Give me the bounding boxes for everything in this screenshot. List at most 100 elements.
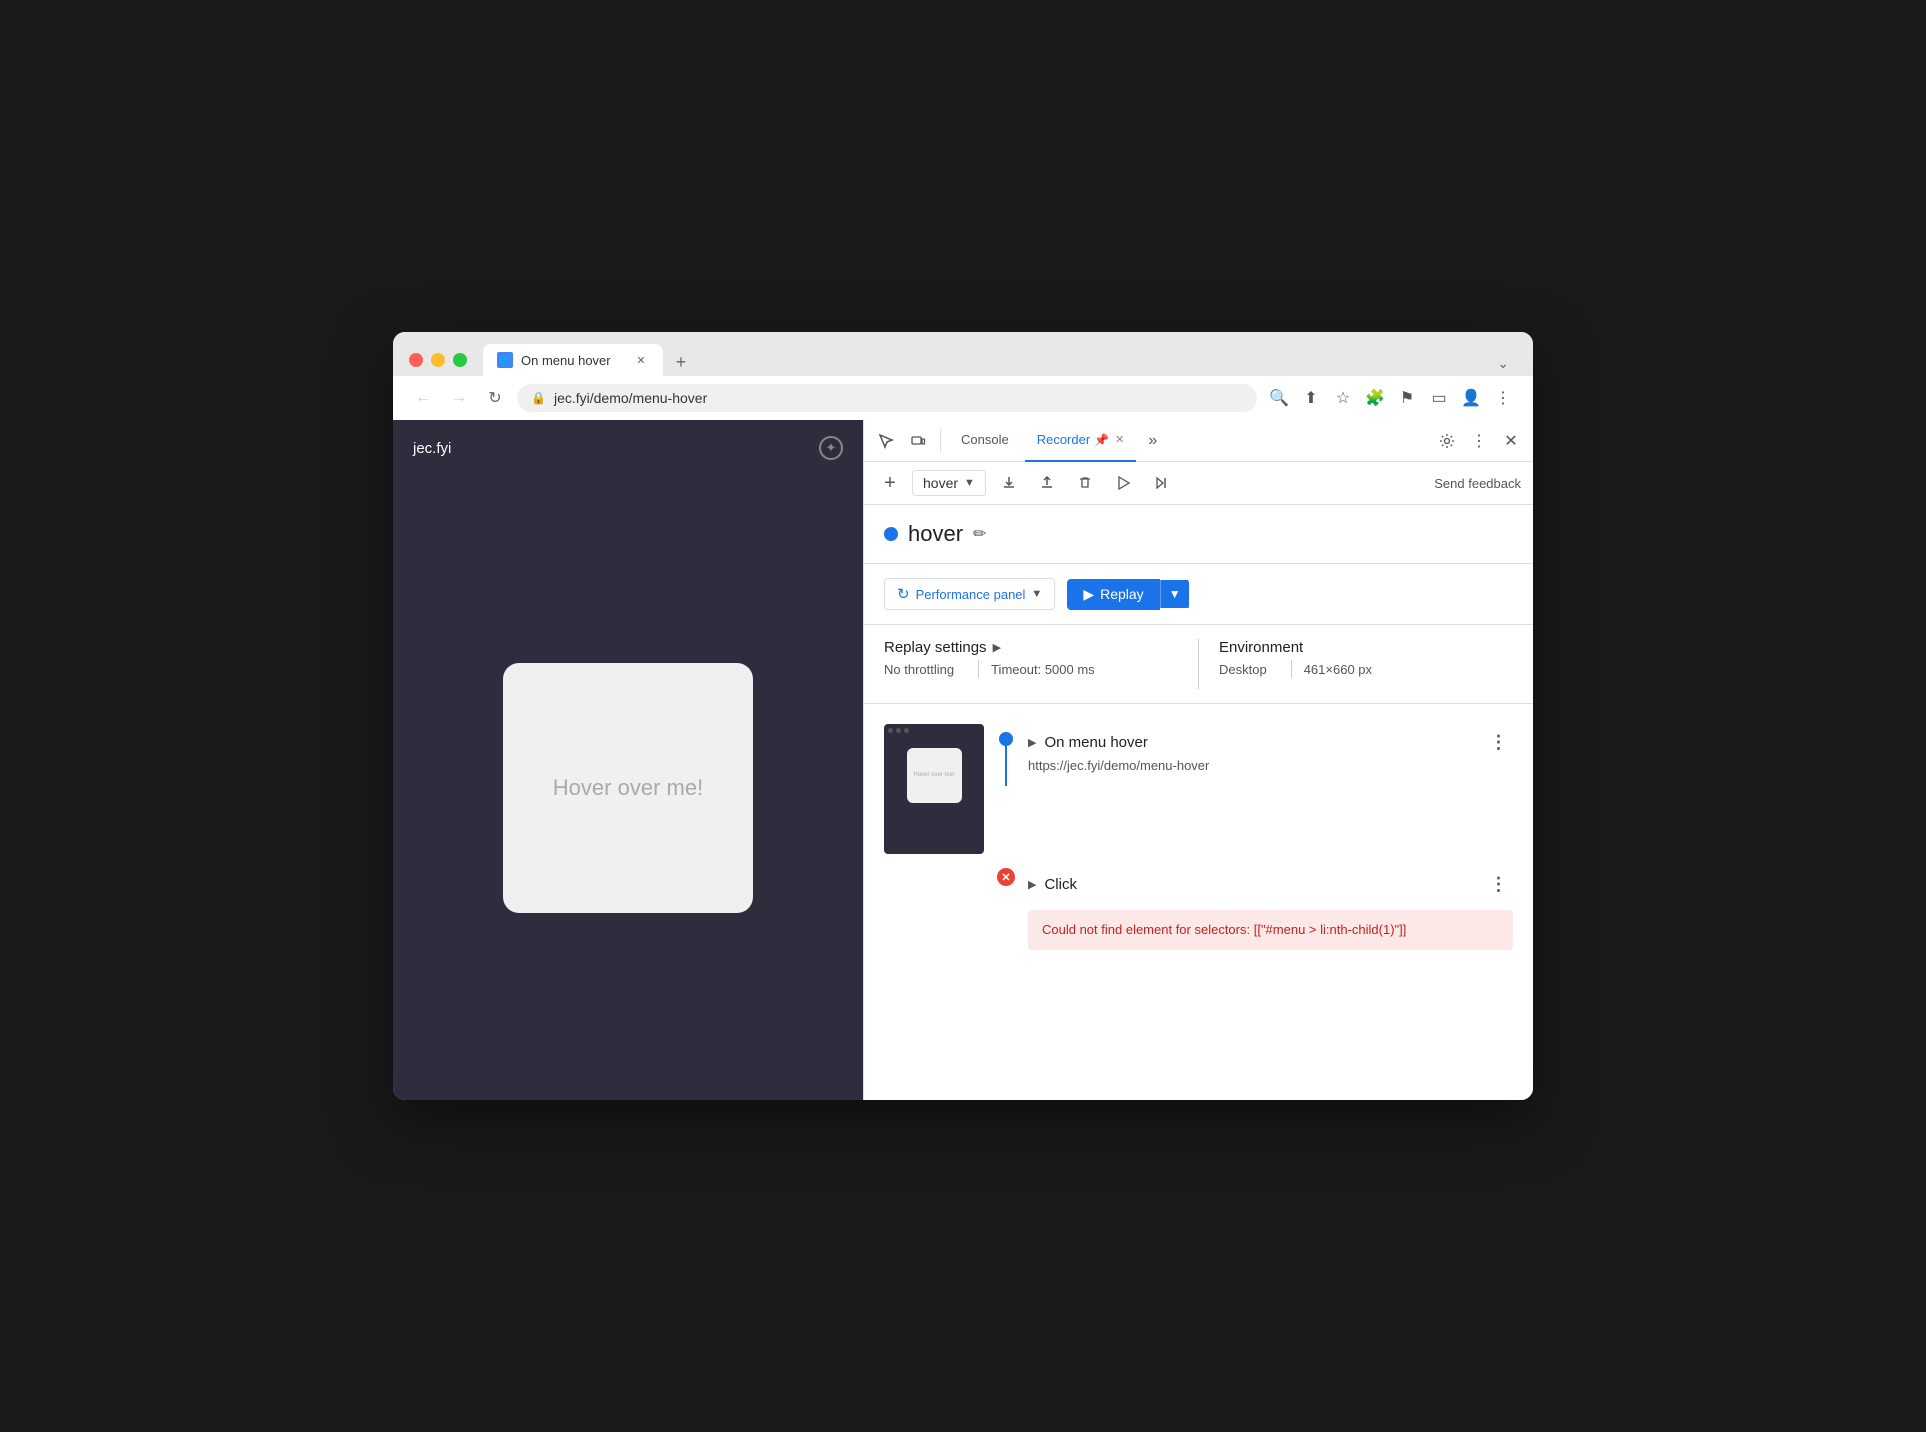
edit-recording-name-icon[interactable]: ✏ [973, 524, 986, 544]
address-bar: ← → ↻ 🔒 jec.fyi/demo/menu-hover 🔍 ⬆ ☆ 🧩 … [393, 376, 1533, 420]
theme-toggle-icon[interactable]: ✦ [819, 436, 843, 460]
hover-card[interactable]: Hover over me! [503, 663, 753, 913]
new-tab-button[interactable]: + [667, 348, 695, 376]
delete-button[interactable] [1070, 468, 1100, 498]
more-tabs-button[interactable]: » [1140, 432, 1165, 450]
recording-status-dot [884, 527, 898, 541]
step-click-expand-icon[interactable]: ▶ [1028, 878, 1036, 891]
forward-button[interactable]: → [445, 384, 473, 412]
website-content: Hover over me! [393, 476, 863, 1100]
devtools-settings: ⋮ ✕ [1433, 427, 1525, 455]
step-thumbnail: Hover over me! [884, 724, 984, 854]
share-icon[interactable]: ⬆ [1297, 384, 1325, 412]
step-dot-error: ✕ [997, 868, 1015, 886]
recording-selector[interactable]: hover ▼ [912, 470, 986, 496]
thumb-card: Hover over me! [907, 748, 962, 803]
step-click-title-row: ▶ Click ⋮ [1028, 866, 1513, 898]
recorder-tab-close[interactable]: ✕ [1115, 433, 1124, 446]
performance-panel-icon: ↻ [897, 585, 910, 603]
step-click-details: ▶ Click ⋮ [1028, 866, 1513, 898]
error-message: Could not find element for selectors: [[… [1042, 922, 1406, 937]
inspector-icon[interactable] [872, 427, 900, 455]
browser-toolbar: 🔍 ⬆ ☆ 🧩 ⚑ ▭ 👤 ⋮ [1265, 384, 1517, 412]
thumb-content: Hover over me! [884, 735, 984, 815]
error-box: Could not find element for selectors: [[… [1028, 910, 1513, 950]
replay-settings-title[interactable]: Replay settings ▶ [884, 639, 1001, 656]
hover-card-text: Hover over me! [553, 775, 703, 801]
replay-controls: ↻ Performance panel ▼ ▶ Replay ▼ [864, 564, 1533, 625]
performance-panel-arrow-icon: ▼ [1031, 588, 1042, 600]
address-text: jec.fyi/demo/menu-hover [554, 390, 707, 406]
settings-icon[interactable] [1433, 427, 1461, 455]
step-button[interactable] [1146, 468, 1176, 498]
step-navigation-more-button[interactable]: ⋮ [1485, 728, 1513, 756]
devtools-topbar: Console Recorder 📌 ✕ » ⋮ ✕ [864, 420, 1533, 462]
settings-two-col: Replay settings ▶ No throttling Timeout:… [884, 639, 1513, 689]
recording-header: hover ✏ [864, 505, 1533, 564]
main-content: jec.fyi ✦ Hover over me! [393, 420, 1533, 1100]
devtools-panel: Console Recorder 📌 ✕ » ⋮ ✕ [863, 420, 1533, 1100]
step-click-more-button[interactable]: ⋮ [1485, 870, 1513, 898]
browser-tab[interactable]: 🌐 On menu hover ✕ [483, 344, 663, 376]
search-icon[interactable]: 🔍 [1265, 384, 1293, 412]
import-button[interactable] [1032, 468, 1062, 498]
minimize-button[interactable] [431, 353, 445, 367]
bookmark-icon[interactable]: ☆ [1329, 384, 1357, 412]
profile-icon[interactable]: 👤 [1457, 384, 1485, 412]
send-feedback-link[interactable]: Send feedback [1434, 476, 1521, 491]
dimensions-value: 461×660 px [1304, 662, 1384, 677]
lock-icon: 🔒 [531, 391, 546, 405]
tab-close-button[interactable]: ✕ [633, 352, 649, 368]
step-expand-icon[interactable]: ▶ [1028, 736, 1036, 749]
settings-col-replay: Replay settings ▶ No throttling Timeout:… [884, 639, 1178, 678]
maximize-button[interactable] [453, 353, 467, 367]
settings-detail-divider [978, 660, 979, 678]
timeout-value: Timeout: 5000 ms [991, 662, 1107, 677]
add-recording-button[interactable]: + [876, 469, 904, 497]
step-click-row: ✕ ▶ Click ⋮ [864, 858, 1533, 906]
replay-button[interactable]: ▶ Replay [1067, 579, 1159, 610]
settings-col-environment: Environment Desktop 461×660 px [1219, 639, 1513, 678]
recording-name-label: hover [908, 521, 963, 547]
close-button[interactable] [409, 353, 423, 367]
tab-title: On menu hover [521, 353, 625, 368]
performance-panel-label: Performance panel [916, 587, 1026, 602]
flag-icon[interactable]: ⚑ [1393, 384, 1421, 412]
address-input[interactable]: 🔒 jec.fyi/demo/menu-hover [517, 384, 1257, 412]
performance-panel-button[interactable]: ↻ Performance panel ▼ [884, 578, 1055, 610]
throttling-value: No throttling [884, 662, 966, 677]
refresh-button[interactable]: ↻ [481, 384, 509, 412]
env-detail-divider [1291, 660, 1292, 678]
replay-play-icon: ▶ [1083, 586, 1094, 603]
sidebar-toggle-icon[interactable]: ▭ [1425, 384, 1453, 412]
step-navigation-title: On menu hover [1044, 734, 1147, 751]
steps-section: Hover over me! ▶ On menu hover [864, 704, 1533, 1100]
step-dot-blue [999, 732, 1013, 746]
environment-details: Desktop 461×660 px [1219, 660, 1513, 678]
replay-button-group: ▶ Replay ▼ [1067, 579, 1188, 610]
col-divider [1198, 639, 1199, 689]
selector-chevron-icon: ▼ [964, 477, 975, 489]
tab-recorder[interactable]: Recorder 📌 ✕ [1025, 420, 1137, 462]
kebab-menu-icon[interactable]: ⋮ [1465, 427, 1493, 455]
tab-console[interactable]: Console [949, 420, 1021, 462]
topbar-divider [940, 429, 941, 453]
website-panel: jec.fyi ✦ Hover over me! [393, 420, 863, 1100]
devtools-close-icon[interactable]: ✕ [1497, 427, 1525, 455]
device-toggle-icon[interactable] [904, 427, 932, 455]
tab-expand-icon[interactable]: ⌄ [1489, 351, 1517, 376]
replay-settings-details: No throttling Timeout: 5000 ms [884, 660, 1178, 678]
back-button[interactable]: ← [409, 384, 437, 412]
thumb-dot-1 [888, 728, 893, 733]
menu-icon[interactable]: ⋮ [1489, 384, 1517, 412]
replay-dropdown-button[interactable]: ▼ [1160, 580, 1189, 608]
step-title-row: ▶ On menu hover ⋮ [1028, 724, 1513, 756]
thumb-dot-2 [896, 728, 901, 733]
devtools-toolbar: + hover ▼ [864, 462, 1533, 505]
step-line [1005, 746, 1007, 786]
device-value: Desktop [1219, 662, 1279, 677]
export-button[interactable] [994, 468, 1024, 498]
extension-icon[interactable]: 🧩 [1361, 384, 1389, 412]
play-button[interactable] [1108, 468, 1138, 498]
replay-button-label: Replay [1100, 586, 1144, 602]
